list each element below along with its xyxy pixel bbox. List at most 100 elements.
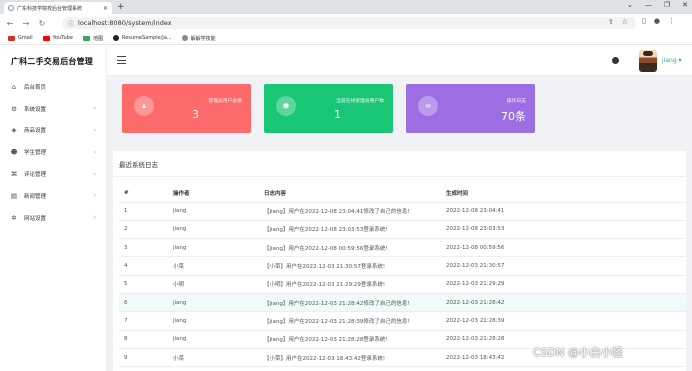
bookmark-gmail[interactable]: Gmail (8, 35, 33, 41)
browser-tab-strip: 广东科技学院校后台管理系统 ✕ + ⌄ — ❐ ✕ (0, 0, 692, 14)
table-cell: 7 (119, 311, 173, 331)
gmail-icon (8, 35, 15, 41)
sidebar-item-label: 后台首页 (24, 84, 47, 91)
table-cell: jiang (173, 220, 264, 240)
stat-card-online-admins: ☻ 当前在线管理员用户数 1 (264, 84, 393, 133)
app-root: 广东科技学院校后台管理系统 ✕ + ⌄ — ❐ ✕ ← → ↻ ⓘ localh… (0, 0, 692, 371)
bookmark-github[interactable]: ResumeSample/ja... (112, 35, 172, 41)
table-row[interactable]: 2 jiang 【jiang】用户在2022-12-08 23:03:53登录系统!… (119, 220, 686, 240)
table-cell: 3 (119, 238, 173, 258)
table-cell: 2022-12-08 23:04:41 (446, 202, 686, 221)
table-row[interactable]: 7 jiang 【jiang】用户在2022-12-03 21:28:39修改了自己… (119, 311, 686, 331)
back-icon[interactable]: ← (6, 19, 14, 28)
column-header: # (119, 185, 173, 203)
table-cell: 【jiang】用户在2022-12-08 23:03:53登录系统! (264, 220, 446, 240)
sidebar-item-label: 系统设置 (24, 106, 47, 113)
watermark: CSDN @小白小怪 (533, 346, 623, 359)
info-icon[interactable]: ⓘ (68, 19, 74, 28)
table-cell: 【小明】用户在2022-12-03 21:29:29登录系统! (264, 275, 446, 294)
chevron-right-icon: › (93, 170, 96, 178)
brand-title: 广科二手交易后台管理 (11, 56, 93, 66)
column-header: 操作者 (173, 185, 264, 203)
new-tab-button[interactable]: + (117, 2, 125, 12)
sidebar-item-5[interactable]: ⌘ 评论管理 › (0, 163, 106, 185)
table-cell: 4 (119, 256, 173, 276)
palette-icon[interactable] (612, 57, 619, 64)
column-header: 生成时间 (446, 185, 686, 203)
cube-icon: ◈ (11, 126, 17, 135)
sidebar-toggle-icon[interactable]: ▯ (642, 17, 646, 25)
profile-icon[interactable]: ● (654, 17, 660, 25)
column-header: 日志内容 (264, 185, 446, 203)
address-bar[interactable]: ⓘ localhost:8080/system/index ⇪ ☆ (62, 17, 636, 29)
table-row[interactable]: 4 小菜 【小菜】用户在2022-12-03 21:30:57登录系统! 2022-1… (119, 256, 686, 276)
sidebar-item-label: 商品设置 (24, 128, 47, 135)
sidebar-item-6[interactable]: ▤ 新闻管理 › (0, 185, 106, 207)
more-icon[interactable]: ⋮ (668, 17, 675, 25)
card-value: 70条 (501, 110, 526, 123)
restore-icon[interactable]: ❐ (664, 1, 670, 9)
menu-toggle-icon[interactable] (117, 56, 126, 64)
card-value: 1 (334, 108, 341, 121)
sidebar-item-4[interactable]: ☻ 学生管理 › (0, 141, 106, 163)
table-cell: 1 (119, 202, 173, 221)
globe-icon (181, 35, 188, 41)
address-bar-actions: ⇪ ☆ (608, 18, 628, 26)
minimize-icon[interactable]: — (645, 1, 652, 9)
users-icon: ☻ (10, 148, 18, 157)
browser-tab[interactable]: 广东科技学院校后台管理系统 ✕ (4, 2, 112, 14)
chevron-right-icon: › (93, 148, 96, 156)
bookmark-youtube[interactable]: YouTube (42, 35, 73, 41)
table-cell: 2 (119, 220, 173, 240)
table-cell: 2022-12-03 21:30:57 (446, 256, 686, 276)
table-cell: 小菜 (173, 348, 264, 368)
avatar[interactable] (639, 50, 657, 72)
sidebar-item-label: 网站设置 (24, 215, 47, 222)
card-title: 操作日志 (506, 99, 526, 104)
table-cell: 【jiang】用户在2022-12-03 21:28:42修改了自己的信息! (264, 293, 446, 313)
panel-title: 最近系统日志 (119, 161, 158, 169)
chevron-down-icon[interactable]: ⌄ (627, 1, 633, 9)
command-icon: ⌘ (10, 170, 18, 179)
user-menu[interactable]: jiang ▾ (662, 57, 682, 64)
sidebar-item-3[interactable]: ◈ 商品设置 › (0, 120, 106, 142)
sidebar-item-label: 评论管理 (24, 172, 47, 179)
forward-icon[interactable]: → (22, 19, 30, 28)
log-table: # 操作者 日志内容 生成时间 1 jiang 【jiang】用户在2022-12-08 … (119, 185, 686, 368)
sidebar-item-1[interactable]: ⌂ 后台首页 (0, 76, 106, 98)
reload-icon[interactable]: ↻ (38, 19, 46, 28)
group-icon: ☻ (276, 96, 296, 116)
url-text[interactable]: localhost:8080/system/index (78, 19, 172, 27)
table-cell: jiang (173, 202, 264, 221)
chevron-right-icon: › (93, 214, 96, 222)
bookmark-maps[interactable]: 地图 (82, 35, 103, 42)
table-cell: 2022-12-03 21:28:42 (446, 293, 686, 313)
table-cell: 9 (119, 348, 173, 368)
table-cell: 【jiang】用户在2022-12-03 21:28:39修改了自己的信息! (264, 311, 446, 331)
table-cell: jiang (173, 330, 264, 349)
table-cell: 【小菜】用户在2022-12-03 18:43:42登录系统! (264, 348, 446, 368)
close-icon[interactable]: ✕ (682, 1, 688, 9)
youtube-icon (42, 35, 50, 41)
tab-title: 广东科技学院校后台管理系统 (17, 5, 83, 12)
table-cell: 【jiang】用户在2022-12-08 00:59:56登录系统! (264, 238, 446, 258)
table-cell: 【jiang】用户在2022-12-03 21:28:28登录系统! (264, 330, 446, 349)
chevron-right-icon: › (93, 192, 96, 200)
user-icon: ♟ (134, 96, 154, 116)
table-body: 1 jiang 【jiang】用户在2022-12-08 23:04:41修改了自己… (119, 202, 686, 368)
chevron-right-icon: › (93, 126, 96, 134)
table-row[interactable]: 6 jiang 【jiang】用户在2022-12-03 21:28:42修改了自己… (119, 293, 686, 313)
github-icon (112, 35, 119, 41)
table-cell: 2022-12-08 23:03:53 (446, 220, 686, 240)
star-icon[interactable]: ☆ (622, 18, 628, 26)
log-panel: 最近系统日志 # 操作者 日志内容 生成时间 1 jiang 【jiang】用户在2022… (113, 151, 686, 371)
table-row[interactable]: 1 jiang 【jiang】用户在2022-12-08 23:04:41修改了自己… (119, 202, 686, 221)
table-row[interactable]: 3 jiang 【jiang】用户在2022-12-08 00:59:56登录系统!… (119, 238, 686, 258)
favicon-icon (8, 5, 14, 11)
close-tab-icon[interactable]: ✕ (103, 5, 108, 12)
sidebar-item-7[interactable]: ✲ 网站设置 › (0, 207, 106, 229)
bookmark-skills[interactable]: 解解学技能 (181, 35, 216, 42)
table-row[interactable]: 5 小明 【小明】用户在2022-12-03 21:29:29登录系统! 2022-1… (119, 275, 686, 294)
share-icon[interactable]: ⇪ (608, 18, 614, 26)
sidebar-item-2[interactable]: ⚙ 系统设置 › (0, 98, 106, 120)
